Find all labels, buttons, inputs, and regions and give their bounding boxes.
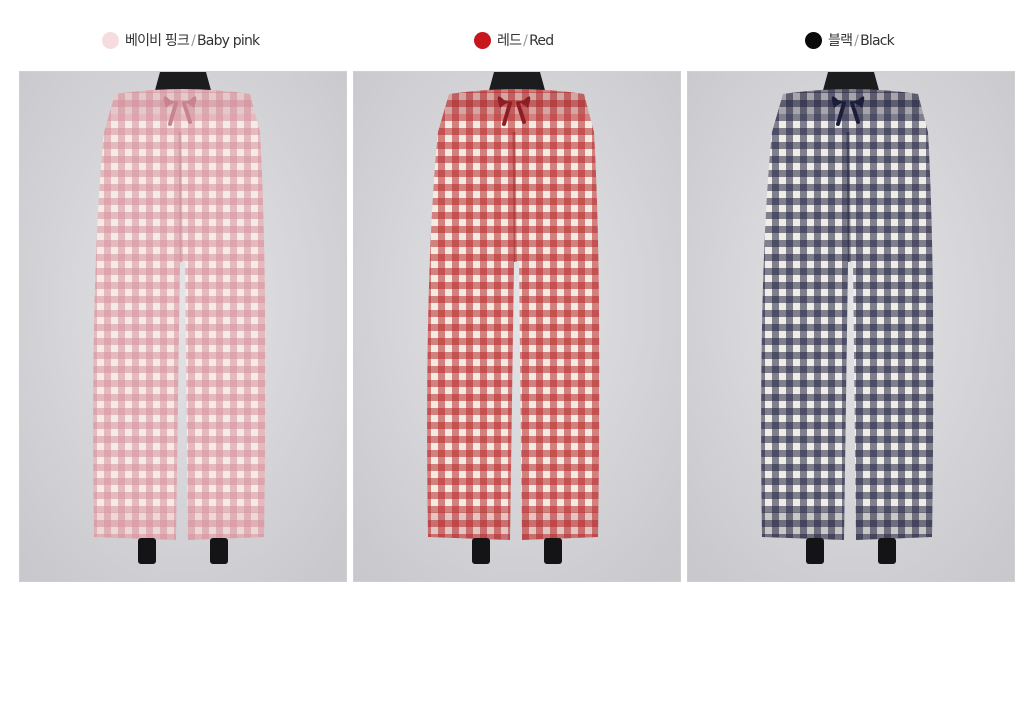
pants-image xyxy=(354,72,680,581)
color-options: 베이비 핑크 / Baby pink 레드 / Red 블랙 / Black xyxy=(19,28,1017,52)
swatch-label: 레드 / Red xyxy=(497,33,554,49)
black-color-dot xyxy=(805,31,822,49)
product-photo-pink[interactable] xyxy=(19,71,347,582)
red-color-dot xyxy=(474,31,491,49)
pants-image xyxy=(20,72,346,581)
swatch-black[interactable]: 블랙 / Black xyxy=(805,28,895,52)
swatch-red[interactable]: 레드 / Red xyxy=(474,28,554,52)
swatch-label: 블랙 / Black xyxy=(828,33,895,49)
swatch-label: 베이비 핑크 / Baby pink xyxy=(125,33,260,49)
pants-image xyxy=(688,72,1014,581)
swatch-baby-pink[interactable]: 베이비 핑크 / Baby pink xyxy=(102,28,260,52)
product-photo-red[interactable] xyxy=(353,71,681,582)
product-photo-black[interactable] xyxy=(687,71,1015,582)
baby-pink-color-dot xyxy=(102,31,119,49)
